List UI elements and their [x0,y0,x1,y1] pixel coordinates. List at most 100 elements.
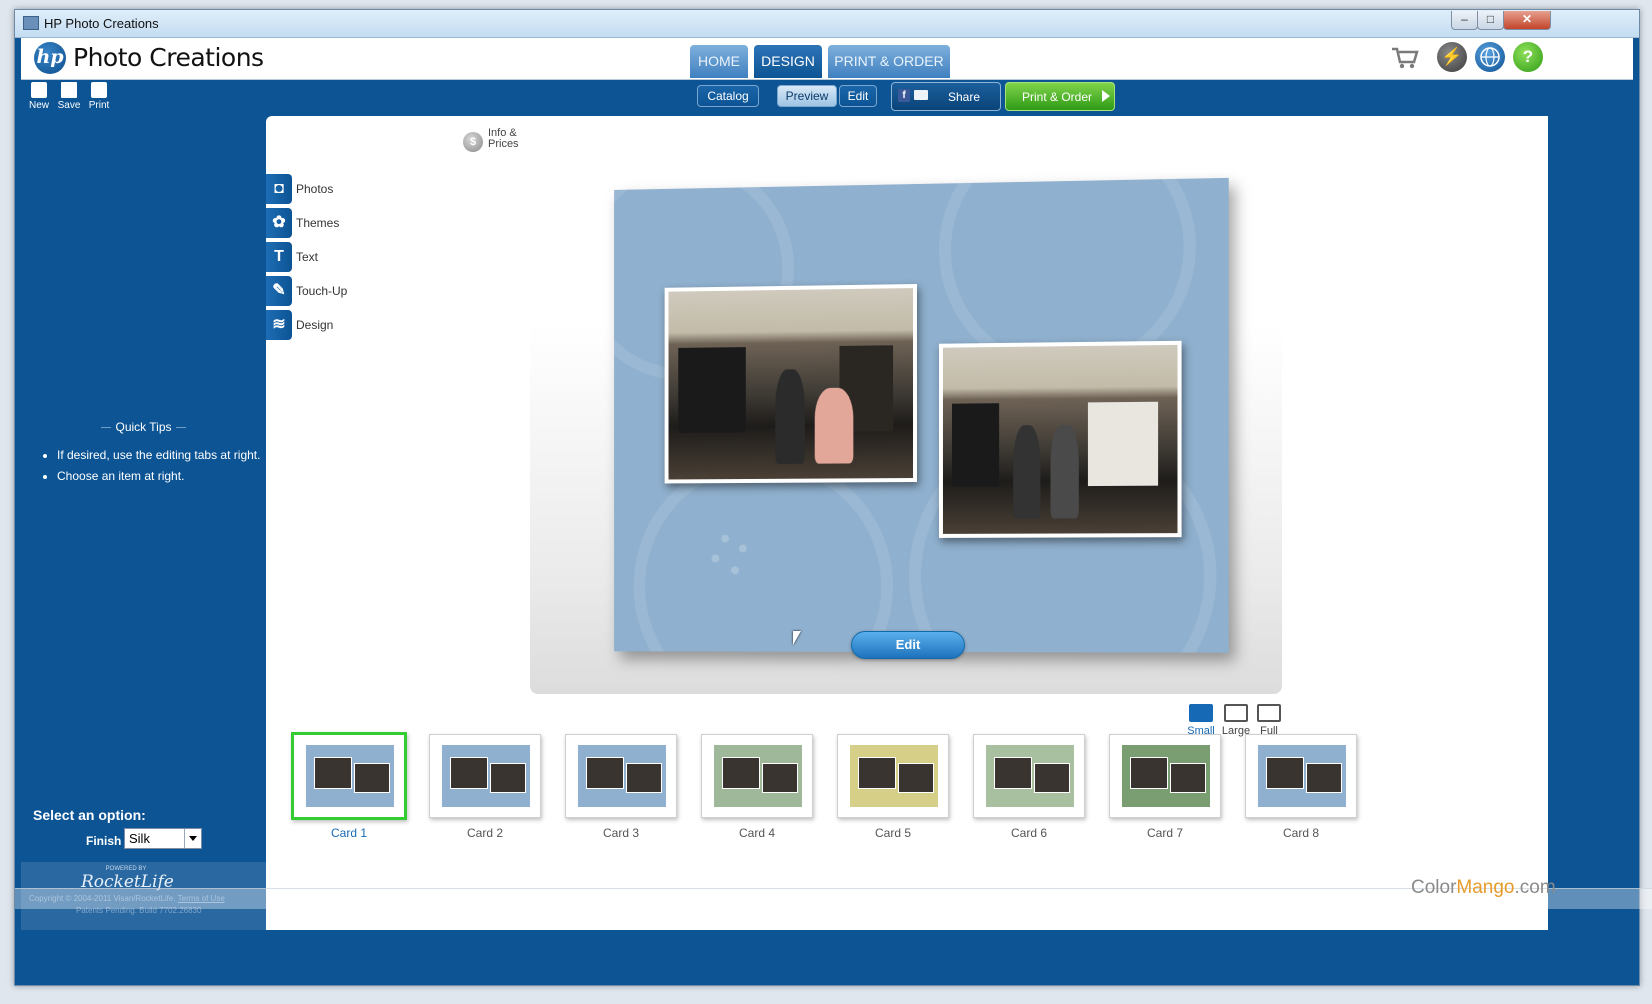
thumbnail-frame [973,734,1085,818]
photo-detail [1050,424,1079,519]
thumbnail-card [986,745,1074,807]
thumbnail-photo [586,757,624,789]
card-thumbnail[interactable]: Card 3 [565,734,677,840]
save-label: Save [57,100,81,111]
share-button[interactable]: f Share [891,82,1001,111]
tab-print-order[interactable]: PRINT & ORDER [828,45,950,78]
app-icon [23,16,39,30]
card-photo-right[interactable] [938,340,1182,538]
maximize-button[interactable]: □ [1477,11,1504,30]
thumbnail-photo [898,763,934,793]
finish-value: Silk [129,831,150,846]
chevron-down-icon[interactable] [184,829,201,848]
quick-tips-list: If desired, use the editing tabs at righ… [41,448,260,490]
facebook-icon: f [898,89,910,102]
print-button[interactable]: Print [85,82,113,111]
flower-pattern [633,454,894,653]
pattern-dot [738,544,747,553]
card-thumbnail[interactable]: Card 1 [291,732,407,840]
card-thumbnail[interactable]: Card 2 [429,734,541,840]
minimize-button[interactable]: – [1451,11,1478,30]
save-icon [61,82,77,98]
pattern-dot [731,566,739,575]
thumbnail-photo [354,763,390,793]
print-order-button[interactable]: Print & Order [1005,82,1115,111]
full-view-icon [1257,704,1281,722]
thumbnail-photo [1170,763,1206,793]
thumbnail-label: Card 6 [1010,826,1048,840]
size-full-button[interactable]: Full [1254,704,1284,737]
size-large-button[interactable]: Large [1221,704,1251,737]
side-tab-design[interactable]: ≋ Design [266,310,386,340]
card-thumbnail[interactable]: Card 6 [973,734,1085,840]
coin-icon: $ [463,132,483,152]
play-arrow-icon [1102,90,1110,102]
new-label: New [28,100,49,111]
thumbnail-card [850,745,938,807]
side-tab-photos[interactable]: ◘ Photos [266,174,386,204]
thumbnail-label: Card 2 [466,826,504,840]
save-button[interactable]: Save [55,82,83,111]
card-thumbnail[interactable]: Card 4 [701,734,813,840]
thumbnail-photo [994,757,1032,789]
tip-item: If desired, use the editing tabs at righ… [57,448,260,462]
tab-design[interactable]: DESIGN [754,45,822,78]
photo-detail [678,347,747,433]
finish-label: Finish [86,834,122,848]
tab-home[interactable]: HOME [690,45,748,78]
watermark-part: Color [1411,877,1457,898]
side-tab-text[interactable]: T Text [266,242,386,272]
globe-glyph [1480,47,1500,67]
app-name: Photo Creations [73,43,264,72]
catalog-button[interactable]: Catalog [697,85,759,107]
side-tab-label: Photos [296,182,334,196]
card-photo-left[interactable] [664,284,917,484]
thumbnail-card [442,745,530,807]
thumbnail-photo [1034,763,1070,793]
thumbnail-frame [1109,734,1221,818]
card-thumbnail[interactable]: Card 7 [1109,734,1221,840]
thumbnail-photo [858,757,896,789]
pattern-dot [711,554,720,563]
globe-icon[interactable] [1475,42,1505,72]
finish-select[interactable]: Silk [124,828,202,849]
print-label: Print [88,100,110,111]
watermark: ColorMango.com [1411,877,1556,899]
main-content: $ Info & Prices ◘ Photos ✿ Themes T Text… [266,116,1548,930]
size-small-button[interactable]: Small [1186,704,1216,737]
camera-icon: ◘ [266,174,292,204]
card-thumbnail[interactable]: Card 5 [837,734,949,840]
thumbnail-photo [722,757,760,789]
design-icon: ≋ [266,310,292,340]
print-icon [91,82,107,98]
thumbnail-photo [450,757,488,789]
thumbnail-photo [1266,757,1304,789]
status-strip [15,888,1652,909]
sidebar: Quick Tips If desired, use the editing t… [21,118,266,930]
preview-button[interactable]: Preview [777,85,837,107]
photo-detail [775,369,805,464]
toolbar: New Save Print Catalog Preview Edit f Sh… [15,80,1639,117]
edit-mode-button[interactable]: Edit [839,85,877,107]
thumbnail-label: Card 1 [330,826,368,840]
close-button[interactable]: ✕ [1503,11,1551,30]
card-preview[interactable] [614,177,1229,653]
side-tab-touch-up[interactable]: ✎ Touch-Up [266,276,386,306]
side-tab-label: Themes [296,216,340,230]
lightning-icon[interactable]: ⚡ [1437,42,1467,72]
help-icon[interactable]: ? [1513,42,1543,72]
card-thumbnail[interactable]: Card 8 [1245,734,1357,840]
thumbnail-photo [490,763,526,793]
photo-detail [814,387,854,464]
app-window: HP Photo Creations – □ ✕ hp Photo Creati… [14,9,1652,986]
side-tab-themes[interactable]: ✿ Themes [266,208,386,238]
large-view-icon [1224,704,1248,722]
thumbnail-frame [701,734,813,818]
title-bar: HP Photo Creations – □ ✕ [15,10,1639,38]
new-button[interactable]: New [25,82,53,111]
photo-image [942,344,1178,534]
thumbnail-card [578,745,666,807]
cart-icon[interactable] [1391,46,1419,70]
thumbnail-card [306,745,394,807]
edit-card-button[interactable]: Edit [851,631,965,659]
